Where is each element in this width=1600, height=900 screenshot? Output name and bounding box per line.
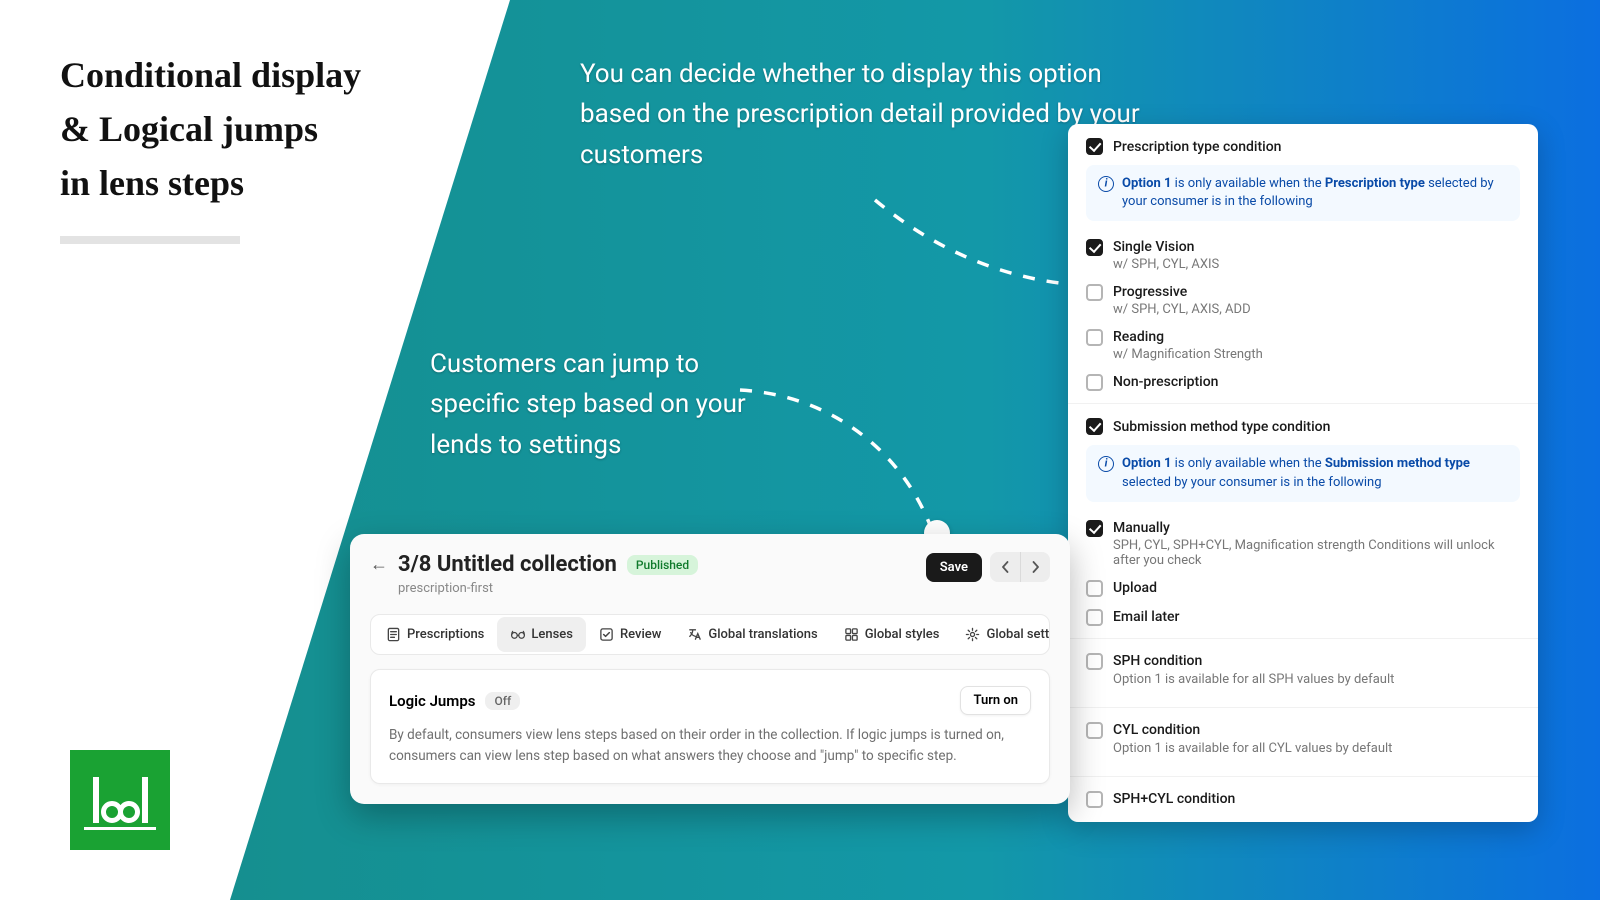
- tab-prescriptions[interactable]: Prescriptions: [373, 617, 497, 652]
- submission-method-checkbox[interactable]: [1086, 418, 1103, 435]
- submission-method-condition-section: Submission method type condition Option …: [1068, 403, 1538, 637]
- option-row[interactable]: Email later: [1086, 603, 1520, 632]
- option-label: Upload: [1113, 580, 1157, 596]
- option-sublabel: w/ SPH, CYL, AXIS: [1113, 257, 1219, 272]
- option-row[interactable]: Progressive w/ SPH, CYL, AXIS, ADD: [1086, 278, 1520, 323]
- tab-label: Global translations: [708, 627, 817, 642]
- option-row[interactable]: Upload: [1086, 574, 1520, 603]
- callout-top: You can decide whether to display this o…: [580, 54, 1140, 175]
- save-button[interactable]: Save: [926, 553, 982, 582]
- info-icon: [1098, 176, 1114, 192]
- tab-global translations[interactable]: Global translations: [674, 617, 830, 652]
- option-row[interactable]: Non-prescription: [1086, 368, 1520, 397]
- tab-label: Lenses: [531, 627, 573, 642]
- headline-line-3: in lens steps: [60, 156, 460, 210]
- simple-condition-title: SPH condition: [1113, 653, 1202, 669]
- tab-global styles[interactable]: Global styles: [831, 617, 953, 652]
- settings-icon: [965, 627, 980, 642]
- headline-underline: [60, 236, 240, 244]
- simple-condition-title: SPH+CYL condition: [1113, 791, 1235, 807]
- option-label: Progressive: [1113, 284, 1251, 300]
- styles-icon: [844, 627, 859, 642]
- pager-buttons: [990, 552, 1050, 582]
- simple-condition-title: CYL condition: [1113, 722, 1200, 738]
- headline-line-1: Conditional display: [60, 48, 460, 102]
- turn-on-button[interactable]: Turn on: [960, 686, 1031, 715]
- prev-button[interactable]: [990, 552, 1020, 582]
- tab-strip: Prescriptions Lenses Review Global trans…: [370, 614, 1050, 655]
- tab-global settings[interactable]: Global settings: [952, 617, 1050, 652]
- checkbox[interactable]: [1086, 284, 1103, 301]
- option-row[interactable]: Single Vision w/ SPH, CYL, AXIS: [1086, 233, 1520, 278]
- glasses-icon: [510, 627, 525, 642]
- review-icon: [599, 627, 614, 642]
- option-row[interactable]: Manually SPH, CYL, SPH+CYL, Magnificatio…: [1086, 514, 1520, 574]
- submission-method-info-banner: Option 1 is only available when the Subm…: [1086, 445, 1520, 501]
- submission-method-title: Submission method type condition: [1113, 419, 1330, 435]
- published-badge: Published: [627, 555, 698, 575]
- simple-condition-sub: Option 1 is available for all CYL values…: [1113, 741, 1520, 756]
- prescription-type-info-banner: Option 1 is only available when the Pres…: [1086, 165, 1520, 221]
- option-label: Non-prescription: [1113, 374, 1218, 390]
- tab-label: Prescriptions: [407, 627, 484, 642]
- prescription-type-checkbox[interactable]: [1086, 138, 1103, 155]
- checkbox[interactable]: [1086, 653, 1103, 670]
- callout-bottom: Customers can jump to specific step base…: [430, 344, 760, 465]
- checkbox[interactable]: [1086, 239, 1103, 256]
- option-label: Email later: [1113, 609, 1180, 625]
- checkbox[interactable]: [1086, 722, 1103, 739]
- canvas: Conditional display & Logical jumps in l…: [0, 0, 1600, 900]
- simple-condition: SPH+CYL condition: [1068, 776, 1538, 822]
- logic-jumps-description: By default, consumers view lens steps ba…: [389, 725, 1031, 767]
- option-label: Reading: [1113, 329, 1263, 345]
- collection-subtitle: prescription-first: [398, 581, 698, 596]
- checkbox[interactable]: [1086, 374, 1103, 391]
- checkbox[interactable]: [1086, 329, 1103, 346]
- tab-label: Global settings: [986, 627, 1050, 642]
- conditions-panel: Prescription type condition Option 1 is …: [1068, 124, 1538, 822]
- headline: Conditional display & Logical jumps in l…: [60, 48, 460, 244]
- logic-jumps-card: Logic Jumps Off Turn on By default, cons…: [370, 669, 1050, 784]
- option-row[interactable]: Reading w/ Magnification Strength: [1086, 323, 1520, 368]
- tab-review[interactable]: Review: [586, 617, 674, 652]
- logic-jumps-title: Logic Jumps: [389, 692, 475, 710]
- checkbox[interactable]: [1086, 520, 1103, 537]
- option-sublabel: w/ SPH, CYL, AXIS, ADD: [1113, 302, 1251, 317]
- simple-condition: SPH condition Option 1 is available for …: [1068, 638, 1538, 707]
- option-sublabel: w/ Magnification Strength: [1113, 347, 1263, 362]
- tab-lenses[interactable]: Lenses: [497, 617, 586, 652]
- checkbox[interactable]: [1086, 609, 1103, 626]
- checkbox[interactable]: [1086, 791, 1103, 808]
- prescription-type-condition-section: Prescription type condition Option 1 is …: [1068, 124, 1538, 403]
- simple-condition: CYL condition Option 1 is available for …: [1068, 707, 1538, 776]
- collection-title: 3/8 Untitled collection: [398, 552, 617, 577]
- translate-icon: [687, 627, 702, 642]
- logic-jumps-status-badge: Off: [485, 692, 520, 710]
- headline-line-2: & Logical jumps: [60, 102, 460, 156]
- tab-label: Global styles: [865, 627, 940, 642]
- checkbox[interactable]: [1086, 580, 1103, 597]
- back-arrow[interactable]: ←: [370, 554, 388, 575]
- option-sublabel: SPH, CYL, SPH+CYL, Magnification strengt…: [1113, 538, 1520, 568]
- simple-condition-sub: Option 1 is available for all SPH values…: [1113, 672, 1520, 687]
- info-icon: [1098, 456, 1114, 472]
- tab-label: Review: [620, 627, 661, 642]
- collection-editor-card: ← 3/8 Untitled collection Published pres…: [350, 534, 1070, 804]
- rx-icon: [386, 627, 401, 642]
- next-button[interactable]: [1020, 552, 1050, 582]
- option-label: Manually: [1113, 520, 1520, 536]
- prescription-type-title: Prescription type condition: [1113, 139, 1281, 155]
- brand-logo: [70, 750, 170, 850]
- option-label: Single Vision: [1113, 239, 1219, 255]
